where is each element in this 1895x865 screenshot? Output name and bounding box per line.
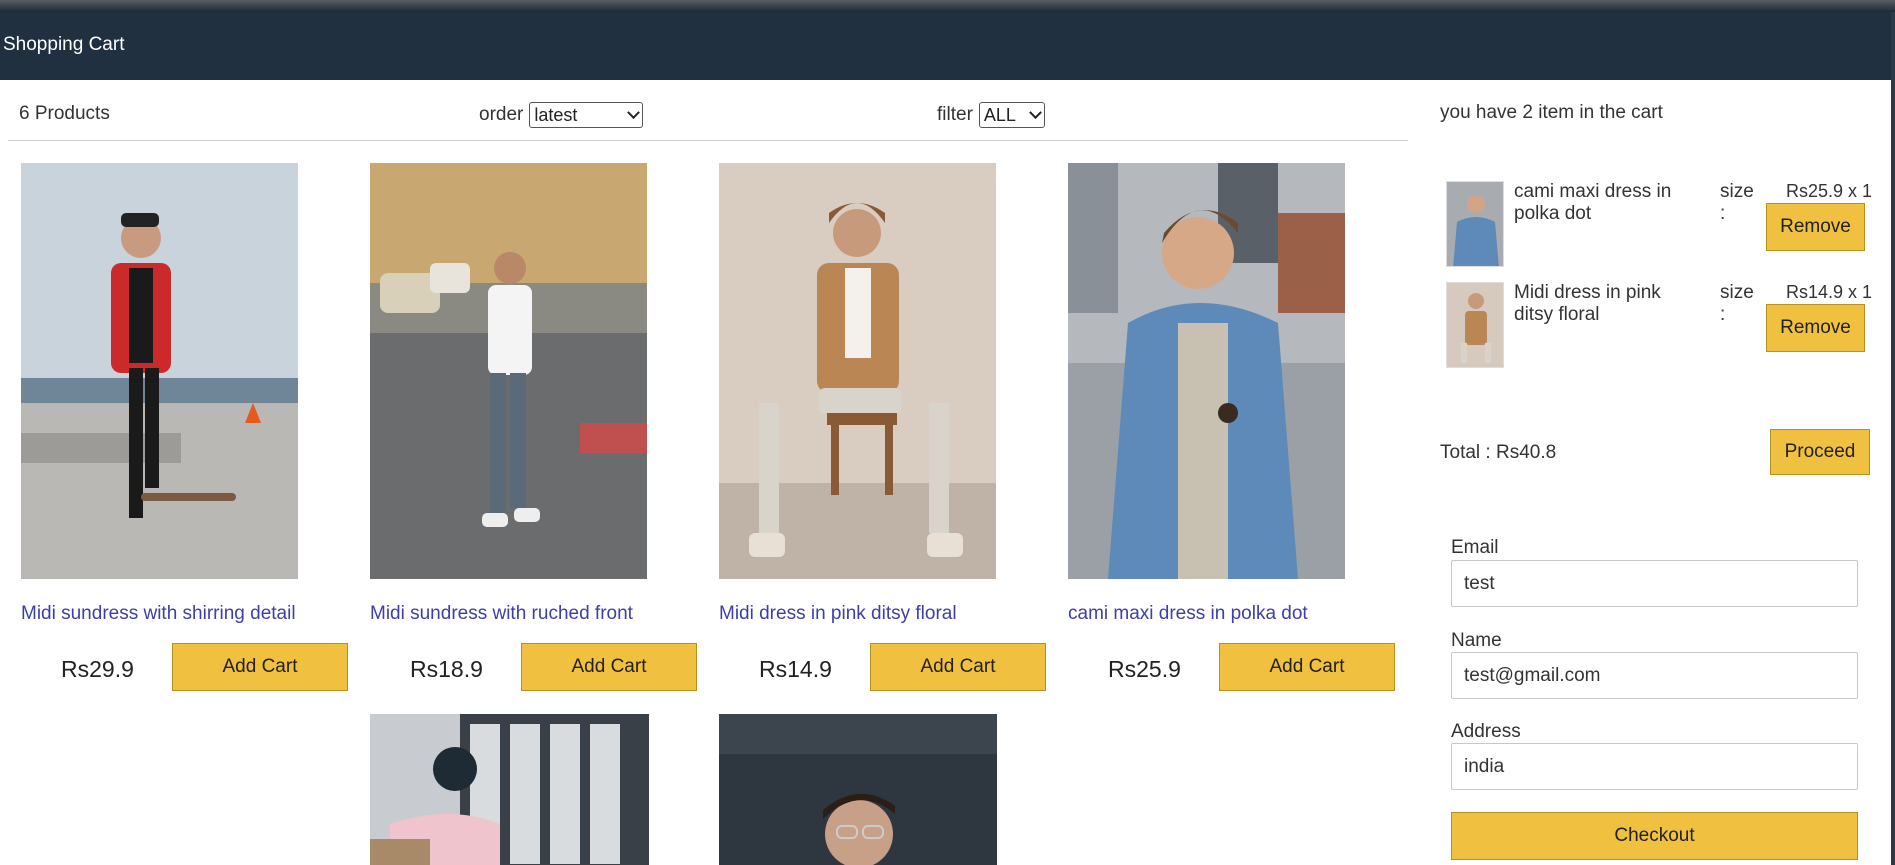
filter-select[interactable]: ALL [978,102,1045,128]
product-image[interactable] [370,163,647,579]
cart-item: Midi dress in pink ditsy floral size : R… [1446,282,1872,368]
product-image[interactable] [719,163,996,579]
page-title: Shopping Cart [3,34,125,55]
product-count: 6 Products [19,103,110,124]
add-cart-button[interactable]: Add Cart [172,643,348,691]
product-price: Rs25.9 [1108,656,1181,682]
cart-total: Total : Rs40.8 [1440,442,1557,463]
product-image[interactable] [719,714,997,865]
address-label: Address [1451,721,1521,742]
product-image[interactable] [21,163,298,579]
chevron-down-icon [627,105,641,119]
email-field[interactable]: test [1451,560,1858,607]
add-cart-button[interactable]: Add Cart [521,643,697,691]
order-select-value: latest [534,104,578,125]
cart-item: cami maxi dress in polka dot size : Rs25… [1446,181,1872,267]
product-price: Rs29.9 [61,656,134,682]
app-header: Shopping Cart [0,12,1895,80]
remove-button[interactable]: Remove [1766,304,1865,352]
email-label: Email [1451,537,1499,558]
filter-label: filter [937,104,973,125]
products-toolbar: 6 Products order latest filter ALL [8,80,1408,141]
cart-item-thumbnail [1446,282,1504,368]
name-field[interactable]: test@gmail.com [1451,652,1858,699]
product-name-link[interactable]: cami maxi dress in polka dot [1068,603,1308,625]
cart-item-name: Midi dress in pink ditsy floral [1514,282,1661,325]
name-label: Name [1451,630,1502,651]
checkout-button[interactable]: Checkout [1451,812,1858,860]
filter-select-value: ALL [983,104,1016,125]
add-cart-button[interactable]: Add Cart [870,643,1046,691]
scrollbar[interactable] [1891,12,1895,865]
chevron-down-icon [1029,105,1042,119]
cart-item-thumbnail [1446,181,1504,267]
product-image[interactable] [1068,163,1345,579]
product-image[interactable] [370,714,649,865]
remove-button[interactable]: Remove [1766,203,1865,251]
product-price: Rs18.9 [410,656,483,682]
cart-item-qty: Rs25.9 x 1 [1785,181,1872,201]
filter-control: filter ALL [937,102,1045,128]
cart-item-size-label: size : [1720,181,1754,224]
proceed-button[interactable]: Proceed [1770,429,1870,475]
cart-item-size-label: size : [1720,282,1754,325]
order-select[interactable]: latest [529,102,644,128]
browser-top-strip [0,0,1895,12]
cart-summary: you have 2 item in the cart [1440,102,1663,123]
product-name-link[interactable]: Midi dress in pink ditsy floral [719,603,957,625]
product-name-link[interactable]: Midi sundress with ruched front [370,603,633,625]
cart-item-qty: Rs14.9 x 1 [1785,282,1872,302]
add-cart-button[interactable]: Add Cart [1219,643,1395,691]
cart-item-name: cami maxi dress in polka dot [1514,181,1672,224]
product-price: Rs14.9 [759,656,832,682]
product-name-link[interactable]: Midi sundress with shirring detail [21,603,296,625]
order-label: order [479,104,524,125]
order-control: order latest [479,102,644,128]
address-field[interactable]: india [1451,743,1858,790]
